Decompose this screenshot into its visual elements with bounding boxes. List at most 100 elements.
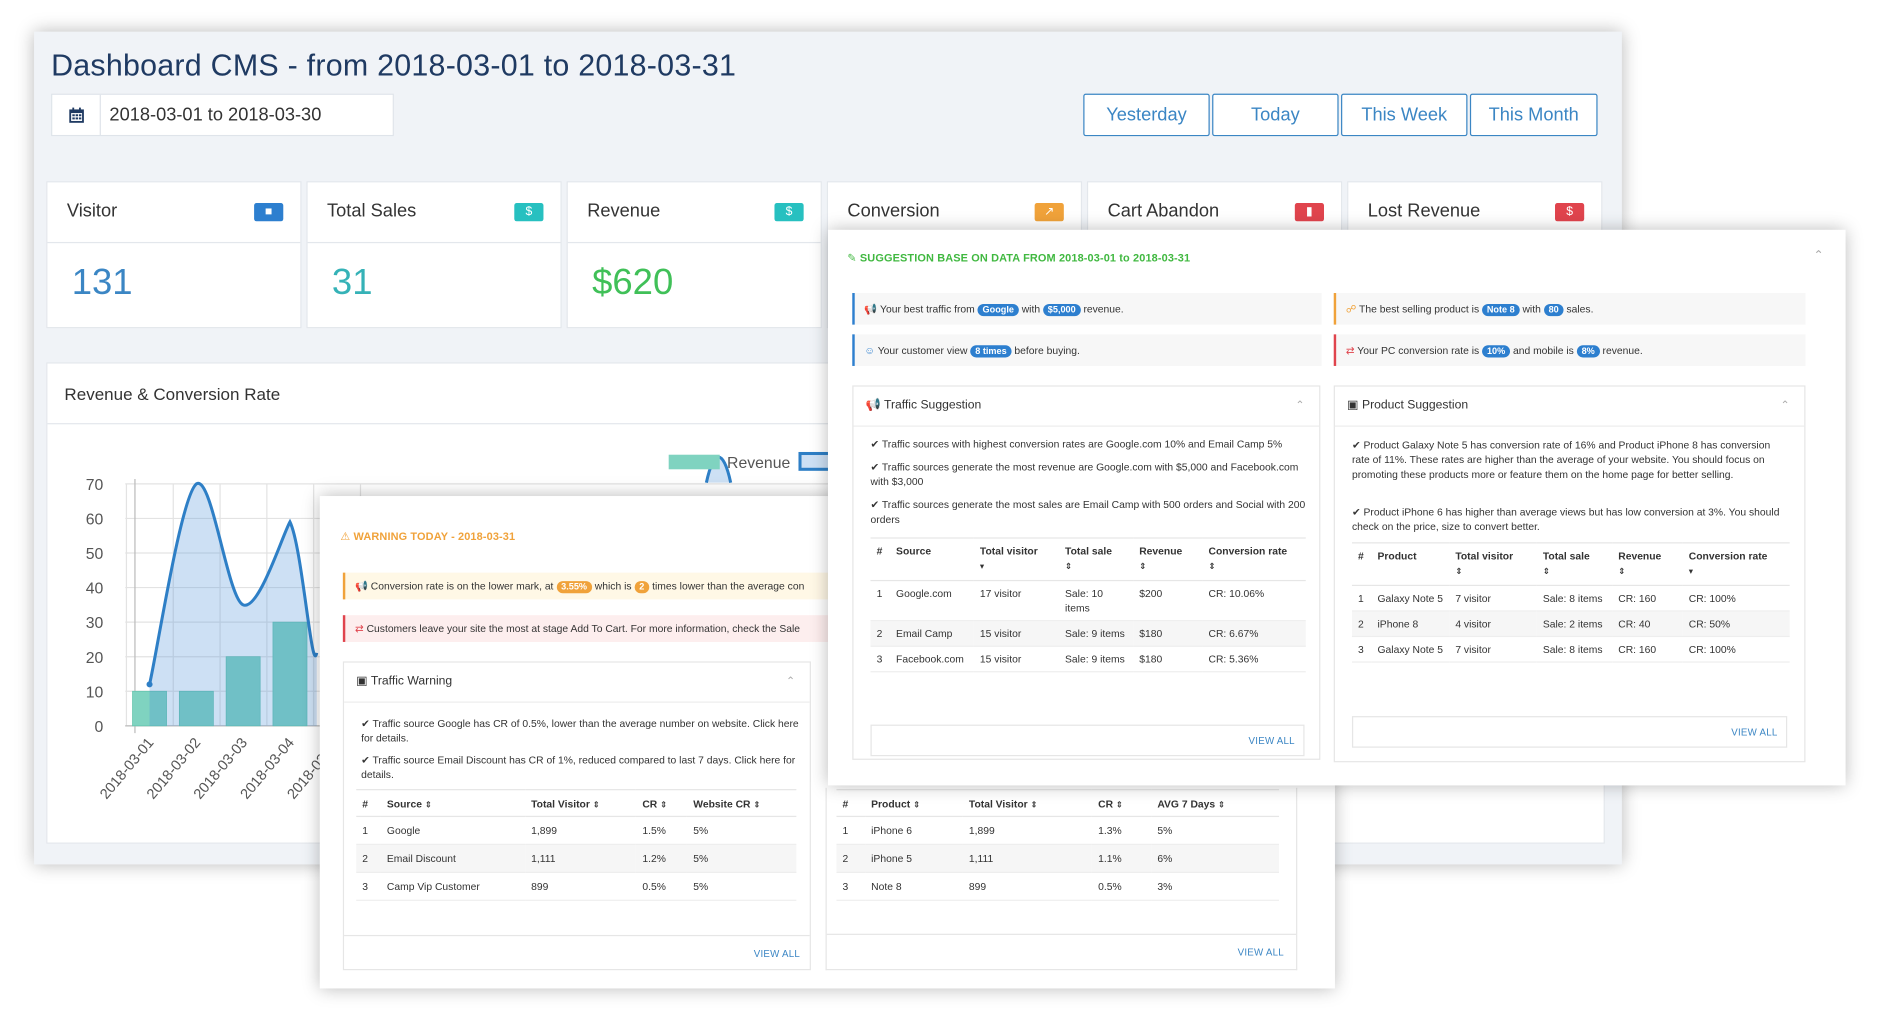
shuffle-icon: ⇄: [1345, 344, 1355, 357]
value-pill: Note 8: [1481, 303, 1520, 317]
sort-icon: ⇕: [753, 800, 761, 810]
view-all-link[interactable]: VIEW ALL: [1731, 727, 1777, 738]
conversion-area: [149, 483, 317, 726]
kpi-value: 131: [71, 262, 133, 303]
value-pill: $5,000: [1042, 303, 1081, 317]
column-header[interactable]: Total visitor ▾: [973, 537, 1059, 582]
column-header[interactable]: Revenue ⇕: [1133, 537, 1203, 582]
shuffle-icon: ⇄: [355, 622, 364, 635]
date-range-picker[interactable]: 2018-03-01 to 2018-03-30: [51, 93, 394, 137]
tag-icon: ☍: [1345, 302, 1357, 315]
product-suggestion-table: # Product Total visitor ⇕ Total sale ⇕ Rev…: [1351, 542, 1790, 663]
sort-icon: ⇕: [1542, 567, 1550, 577]
chevron-up-icon[interactable]: ⌃: [786, 675, 795, 688]
product-suggestion-title: ▣ Product Suggestion: [1347, 398, 1469, 413]
traffic-suggestion-title: 📢 Traffic Suggestion: [865, 398, 982, 413]
y-tick-label: 70: [86, 477, 104, 494]
chevron-up-icon[interactable]: ⌃: [1295, 399, 1304, 412]
kpi-value: 31: [331, 262, 373, 303]
list-item: ✔ Product iPhone 6 has higher than avera…: [1351, 505, 1780, 533]
list-item: ✔ Traffic source Email Discount has CR o…: [361, 753, 796, 781]
conversion-rate-pill: 3.55%: [556, 581, 592, 594]
table-row: 2 iPhone 84 visitor Sale: 2 items CR: 40 CR:…: [1351, 610, 1790, 638]
table-row: 3 Camp Vip Customer 899 0.5% 5%: [356, 872, 797, 901]
calendar-icon[interactable]: [52, 94, 101, 135]
column-header[interactable]: CR ⇕: [1092, 789, 1152, 818]
pencil-icon: ✎: [847, 251, 860, 264]
column-header: #: [1351, 542, 1372, 587]
divider: [826, 933, 1297, 935]
page-title: Dashboard CMS - from 2018-03-01 to 2018-…: [51, 48, 737, 83]
column-header[interactable]: Website CR ⇕: [687, 789, 797, 818]
chevron-up-icon[interactable]: ⌃: [1813, 249, 1823, 262]
traffic-warning-table: # Source ⇕ Total Visitor ⇕ CR ⇕ Website …: [356, 789, 797, 901]
column-header[interactable]: Total sale ⇕: [1058, 537, 1134, 582]
divider: [1334, 425, 1805, 427]
column-header[interactable]: Conversion rate ⇕: [1202, 537, 1306, 582]
table-row: 1 Google 1,899 1.5% 5%: [356, 816, 797, 845]
product-warning-panel: # Product ⇕ Total Visitor ⇕ CR ⇕ AVG 7 D…: [825, 787, 1298, 971]
chevron-up-icon[interactable]: ⌃: [1780, 399, 1789, 412]
date-range-value[interactable]: 2018-03-01 to 2018-03-30: [101, 95, 321, 135]
column-header[interactable]: Total Visitor ⇕: [525, 789, 637, 818]
conversion-alert: 📢 Conversion rate is on the lower mark, …: [342, 572, 854, 600]
sort-icon: ⇕: [1208, 562, 1216, 572]
sort-icon: ⇕: [913, 800, 921, 810]
megaphone-icon: 📢: [864, 302, 878, 315]
suggestion-title: ✎ SUGGESTION BASE ON DATA FROM 2018-03-0…: [847, 251, 1191, 264]
suggestion-highlight: ☍ The best selling product is Note 8 wit…: [1333, 293, 1806, 325]
kpi-label: Lost Revenue: [1367, 200, 1481, 222]
value-pill: 80: [1543, 303, 1564, 317]
suggestion-highlight: ⇄ Your PC conversion rate is 10% and mob…: [1333, 334, 1806, 366]
bell-icon: 📢: [355, 579, 368, 593]
traffic-suggestion-panel: 📢 Traffic Suggestion ⌃ ✔ Traffic sources…: [852, 385, 1321, 760]
divider: [567, 241, 821, 244]
y-tick-label: 0: [95, 719, 104, 736]
yesterday-button[interactable]: Yesterday: [1083, 93, 1210, 137]
times-lower-pill: 2: [634, 581, 650, 594]
divider: [307, 241, 561, 244]
divider: [47, 241, 301, 244]
table-row: 2 Email Discount 1,111 1.2% 5%: [356, 844, 797, 873]
divider: [344, 701, 810, 703]
legend-label-revenue: Revenue: [727, 455, 790, 472]
range-button-group: Yesterday Today This Week This Month: [1083, 93, 1598, 137]
kpi-label: Conversion: [847, 200, 940, 222]
column-header[interactable]: Product ⇕: [865, 789, 963, 818]
column-header[interactable]: Revenue ⇕: [1612, 542, 1683, 587]
column-header[interactable]: Conversion rate ▾: [1682, 542, 1790, 587]
today-button[interactable]: Today: [1212, 93, 1339, 137]
sort-icon: ⇕: [592, 800, 600, 810]
column-header: Product: [1371, 542, 1450, 587]
list-item: ✔ Traffic sources generate the most sale…: [870, 498, 1306, 526]
value-pill: 10%: [1482, 345, 1511, 358]
list-item: ✔ Product Galaxy Note 5 has conversion r…: [1351, 438, 1771, 481]
cart-abandon-alert: ⇄ Customers leave your site the most at …: [342, 615, 854, 642]
column-header[interactable]: CR ⇕: [636, 789, 688, 818]
y-tick-label: 50: [86, 546, 104, 563]
column-header[interactable]: Total Visitor ⇕: [962, 789, 1093, 818]
column-header: #: [870, 537, 890, 582]
view-all-link[interactable]: VIEW ALL: [1249, 736, 1295, 747]
sort-down-icon: ▾: [979, 562, 985, 572]
column-header[interactable]: Total visitor ⇕: [1449, 542, 1537, 587]
trend-icon: ↗: [1034, 203, 1064, 222]
traffic-warning-title: ▣ Traffic Warning: [356, 674, 453, 689]
column-header[interactable]: AVG 7 Days ⇕: [1151, 789, 1280, 818]
sort-down-icon: ▾: [1688, 567, 1694, 577]
cube-icon: ▣: [1347, 398, 1362, 413]
y-tick-label: 40: [86, 581, 104, 598]
sort-icon: ⇕: [1618, 567, 1626, 577]
traffic-warning-panel: ▣ Traffic Warning ⌃ ✔ Traffic source Goo…: [342, 661, 811, 971]
view-all-link[interactable]: VIEW ALL: [1238, 947, 1284, 958]
view-all-link[interactable]: VIEW ALL: [754, 948, 800, 959]
column-header[interactable]: Source ⇕: [380, 789, 526, 818]
this-week-button[interactable]: This Week: [1341, 93, 1468, 137]
dollar-icon: $: [1555, 203, 1585, 222]
this-month-button[interactable]: This Month: [1469, 93, 1598, 137]
column-header: #: [356, 789, 381, 818]
table-row: 1 iPhone 6 1,899 1.3% 5%: [836, 816, 1280, 845]
sort-icon: ⇕: [1065, 562, 1073, 572]
column-header[interactable]: Total sale ⇕: [1536, 542, 1613, 587]
list-item: ✔ Traffic sources with highest conversio…: [870, 437, 1283, 450]
